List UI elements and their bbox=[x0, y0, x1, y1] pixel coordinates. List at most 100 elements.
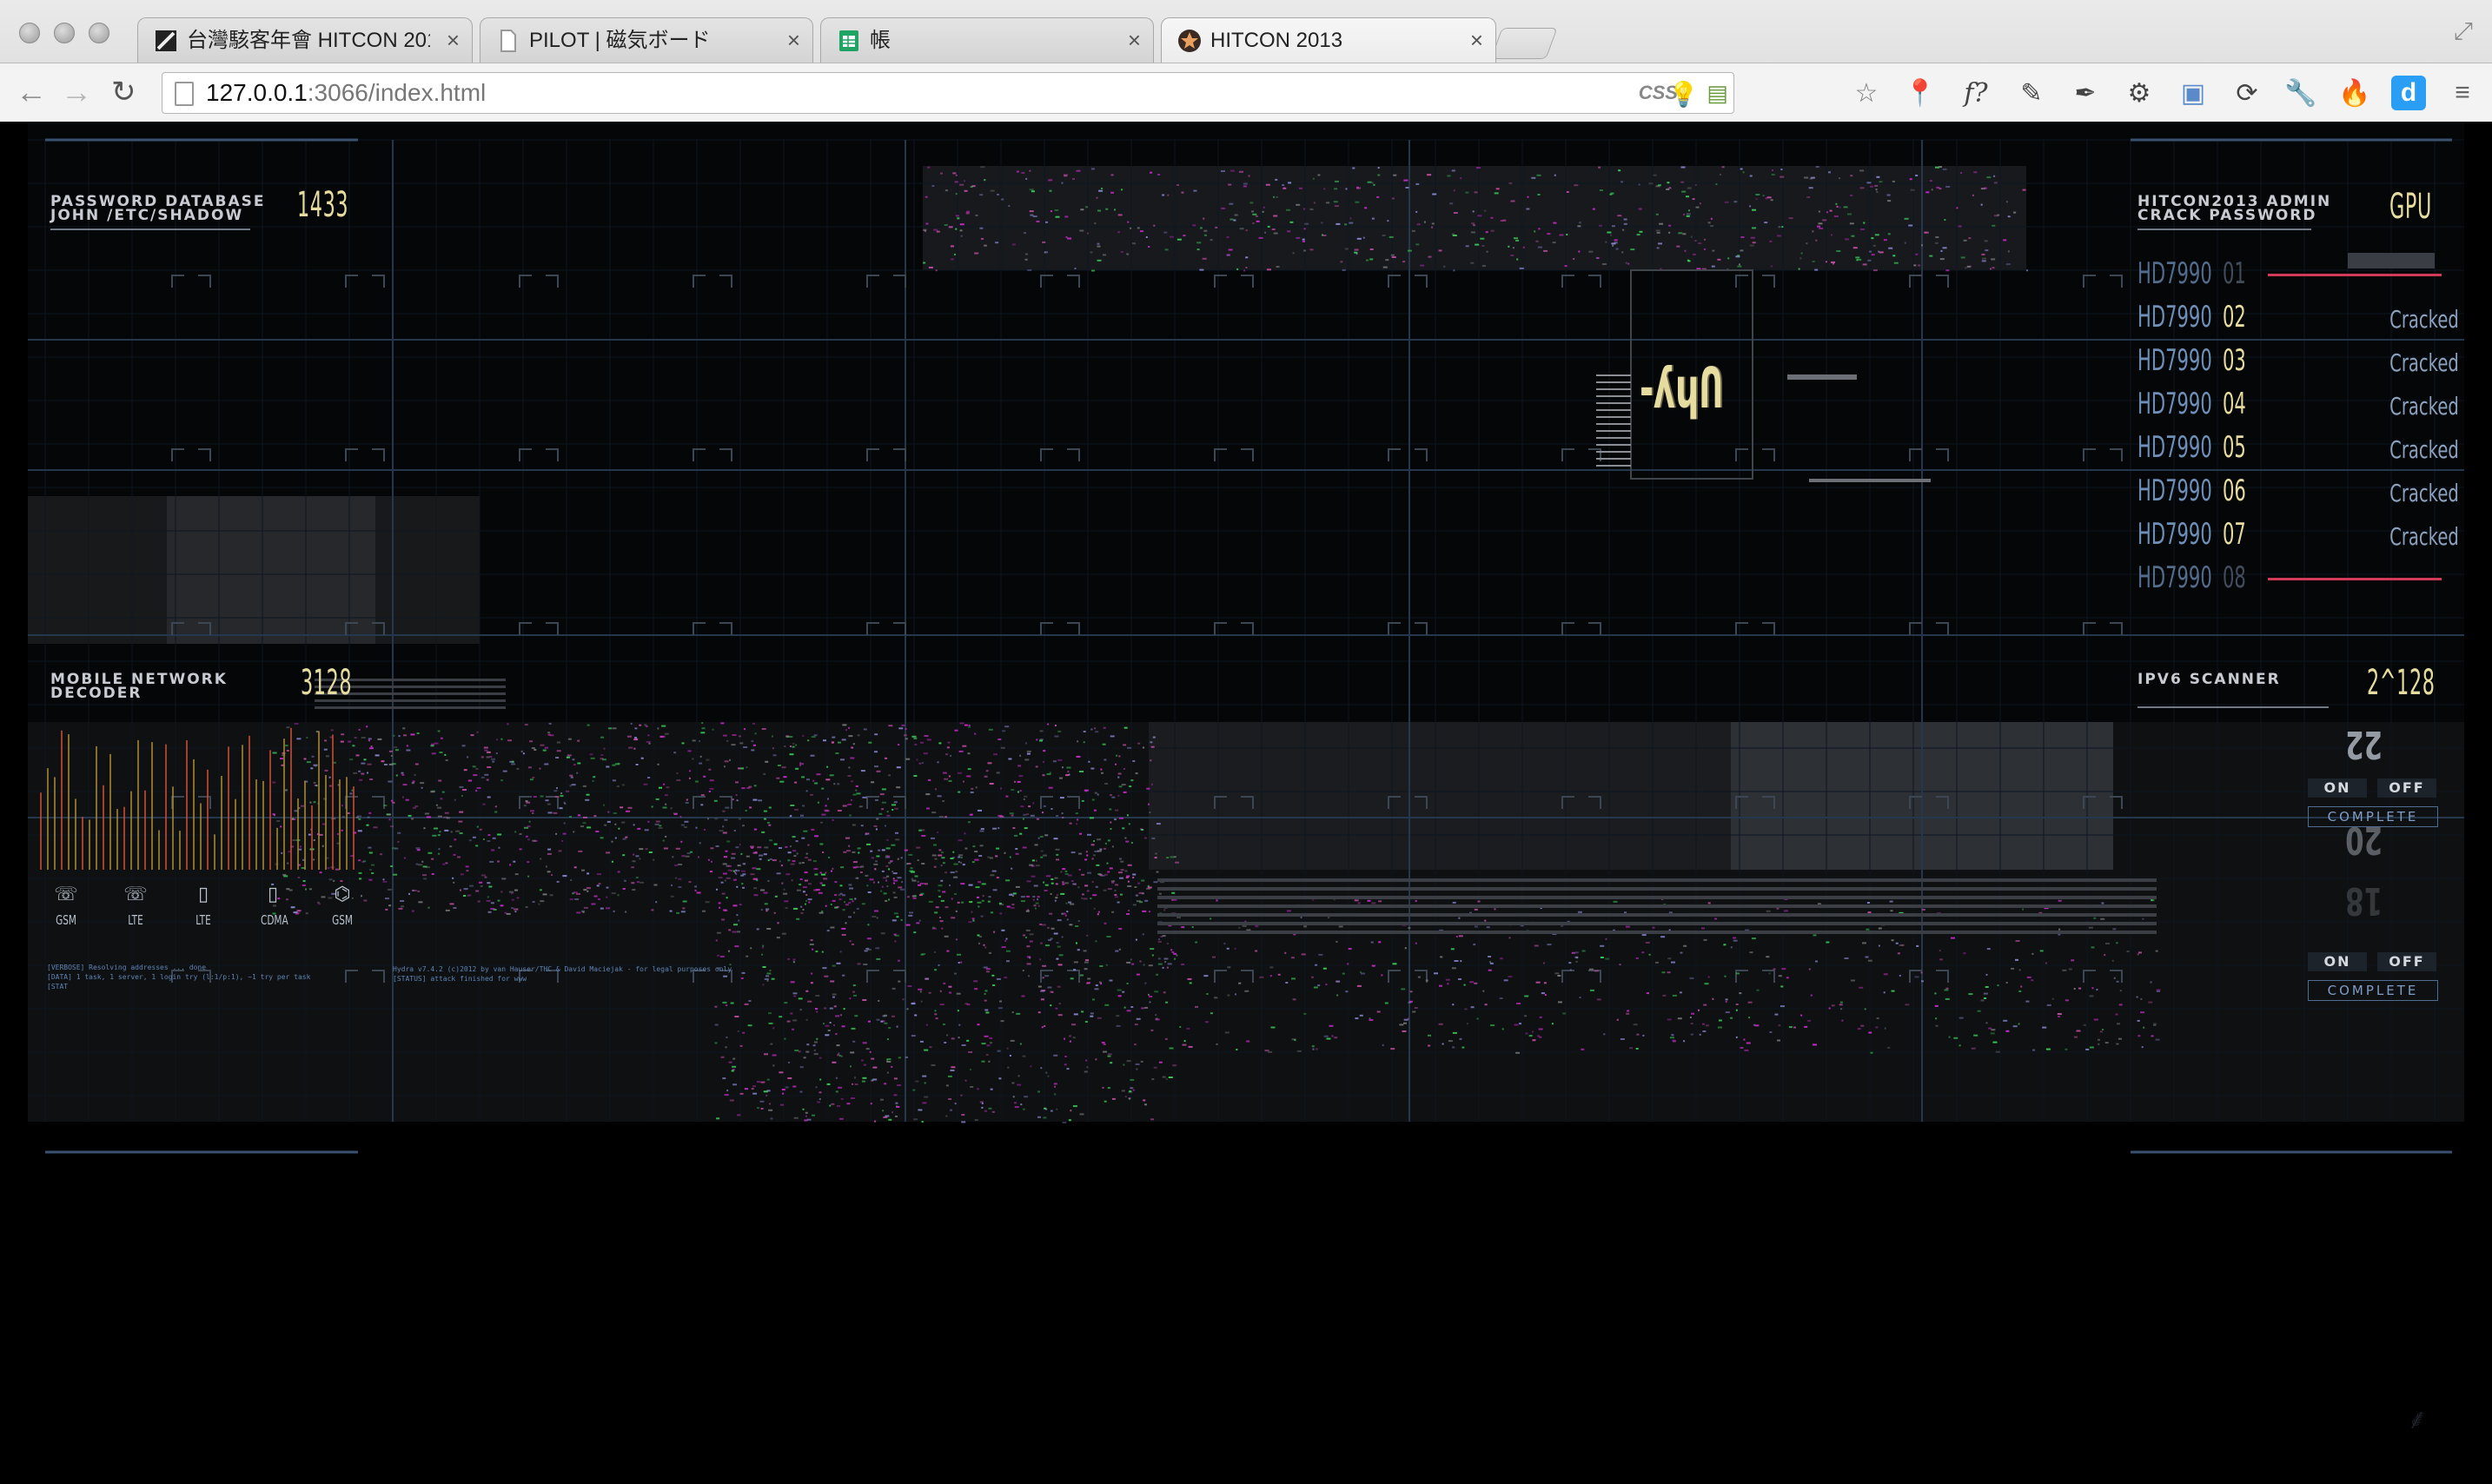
noise-pixel bbox=[1226, 947, 1229, 950]
noise-pixel bbox=[2007, 250, 2010, 253]
noise-pixel bbox=[1870, 1051, 1873, 1054]
complete-button[interactable]: COMPLETE bbox=[2308, 980, 2438, 1001]
lightbulb-icon[interactable]: 💡 bbox=[1668, 80, 1699, 109]
noise-pixel bbox=[371, 864, 374, 866]
noise-pixel bbox=[422, 874, 427, 877]
noise-pixel bbox=[1135, 1063, 1140, 1065]
noise-pixel bbox=[333, 879, 335, 882]
noise-pixel bbox=[1464, 1008, 1468, 1010]
noise-pixel bbox=[685, 855, 690, 858]
mobile-icon[interactable]: ▯ LTE bbox=[186, 883, 221, 928]
noise-pixel bbox=[728, 1061, 732, 1063]
noise-pixel bbox=[1008, 758, 1012, 760]
noise-pixel bbox=[527, 825, 531, 828]
noise-pixel bbox=[1199, 227, 1203, 229]
noise-pixel bbox=[761, 946, 764, 949]
noise-pixel bbox=[1121, 189, 1123, 191]
tab-sheet[interactable]: 帳 × bbox=[820, 17, 1154, 63]
noise-pixel bbox=[720, 1056, 725, 1058]
eyedropper-icon[interactable]: ✒ bbox=[2068, 76, 2103, 110]
noise-pixel bbox=[1739, 992, 1742, 995]
noise-pixel bbox=[944, 1042, 947, 1043]
noise-pixel bbox=[1486, 250, 1488, 253]
tab-pilot[interactable]: PILOT | 磁気ボード × bbox=[480, 17, 813, 63]
noise-pixel bbox=[1286, 209, 1291, 211]
f-question-icon[interactable]: f? bbox=[1958, 76, 1993, 110]
fullscreen-icon[interactable]: ⤢ bbox=[2454, 17, 2473, 46]
reload-icon[interactable]: ↻ bbox=[111, 76, 136, 109]
address-bar[interactable]: 127.0.0.1:3066/index.html CSS 💡 ▤ bbox=[162, 72, 1734, 114]
window-icon[interactable]: ▣ bbox=[2176, 76, 2210, 110]
close-tab-icon[interactable]: × bbox=[1470, 27, 1483, 53]
noise-pixel bbox=[704, 829, 706, 831]
noise-pixel bbox=[768, 806, 772, 809]
noise-pixel bbox=[944, 816, 947, 818]
mobile-icon[interactable]: ▯ CDMA bbox=[255, 883, 290, 928]
noise-pixel bbox=[418, 901, 423, 904]
refresh-circle-icon[interactable]: ⟳ bbox=[2230, 76, 2264, 110]
tab-hitcon-home[interactable]: 台灣駭客年會 HITCON 2013 × bbox=[137, 17, 473, 63]
antenna-icon[interactable]: ⌬ GSM bbox=[325, 883, 360, 928]
noise-pixel bbox=[740, 767, 745, 770]
noise-pixel bbox=[560, 795, 564, 798]
noise-pixel bbox=[1653, 174, 1657, 176]
noise-pixel bbox=[1958, 1044, 1961, 1047]
signal-bar bbox=[61, 730, 63, 870]
noise-pixel bbox=[1081, 799, 1084, 802]
gear-icon[interactable]: ⚙ bbox=[2122, 76, 2157, 110]
noise-pixel bbox=[991, 974, 995, 977]
zoom-window-button[interactable] bbox=[89, 23, 109, 43]
noise-pixel bbox=[895, 838, 900, 841]
noise-pixel bbox=[540, 858, 542, 860]
on-button[interactable]: ON bbox=[2308, 952, 2367, 971]
noise-pixel bbox=[1203, 229, 1208, 232]
map-pin-icon[interactable]: 📍 bbox=[1903, 76, 1938, 110]
noise-pixel bbox=[1025, 910, 1030, 912]
signal-bar bbox=[262, 780, 264, 870]
tab-hitcon-2013[interactable]: HITCON 2013 × bbox=[1161, 17, 1496, 63]
forward-icon[interactable]: → bbox=[61, 76, 92, 109]
off-button[interactable]: OFF bbox=[2377, 778, 2436, 798]
noise-pixel bbox=[1686, 195, 1689, 198]
on-button[interactable]: ON bbox=[2308, 778, 2367, 798]
star-icon[interactable]: ☆ bbox=[1849, 76, 1884, 110]
rss-icon[interactable]: ▤ bbox=[1707, 80, 1728, 107]
wrench-icon[interactable]: 🔧 bbox=[2283, 76, 2318, 110]
complete-button[interactable]: COMPLETE bbox=[2308, 806, 2438, 827]
noise-pixel bbox=[547, 732, 551, 734]
url-text[interactable]: 127.0.0.1:3066/index.html bbox=[206, 78, 486, 108]
flame-icon[interactable]: 🔥 bbox=[2337, 76, 2372, 110]
d-icon[interactable]: d bbox=[2391, 76, 2426, 110]
noise-pixel bbox=[1130, 842, 1133, 844]
menu-icon[interactable]: ≡ bbox=[2445, 76, 2480, 110]
minimize-window-button[interactable] bbox=[54, 23, 75, 43]
noise-pixel bbox=[1508, 937, 1511, 939]
noise-pixel bbox=[1542, 962, 1545, 964]
off-button[interactable]: OFF bbox=[2377, 952, 2436, 971]
noise-pixel bbox=[988, 896, 991, 898]
noise-pixel bbox=[514, 831, 517, 833]
noise-pixel bbox=[606, 907, 611, 910]
noise-pixel bbox=[1638, 183, 1640, 186]
phone-icon[interactable]: ☏ GSM bbox=[49, 883, 83, 928]
noise-pixel bbox=[544, 763, 549, 765]
noise-pixel bbox=[984, 992, 986, 995]
noise-pixel bbox=[924, 1096, 929, 1098]
noise-pixel bbox=[341, 805, 343, 807]
noise-pixel bbox=[1715, 183, 1718, 185]
close-tab-icon[interactable]: × bbox=[1128, 27, 1141, 53]
noise-pixel bbox=[1844, 957, 1849, 959]
new-tab-button[interactable] bbox=[1490, 28, 1558, 59]
back-icon[interactable]: ← bbox=[16, 76, 47, 109]
noise-pixel bbox=[861, 1080, 865, 1083]
close-window-button[interactable] bbox=[19, 23, 40, 43]
close-tab-icon[interactable]: × bbox=[787, 27, 800, 53]
bottom-panel bbox=[1149, 722, 1731, 870]
pipette-icon[interactable]: ✎ bbox=[2014, 76, 2049, 110]
close-tab-icon[interactable]: × bbox=[447, 27, 460, 53]
phone-icon[interactable]: ☏ LTE bbox=[118, 883, 153, 928]
noise-pixel bbox=[891, 1065, 893, 1068]
noise-pixel bbox=[1490, 1024, 1495, 1027]
noise-pixel bbox=[1554, 174, 1556, 176]
noise-pixel bbox=[953, 863, 958, 865]
